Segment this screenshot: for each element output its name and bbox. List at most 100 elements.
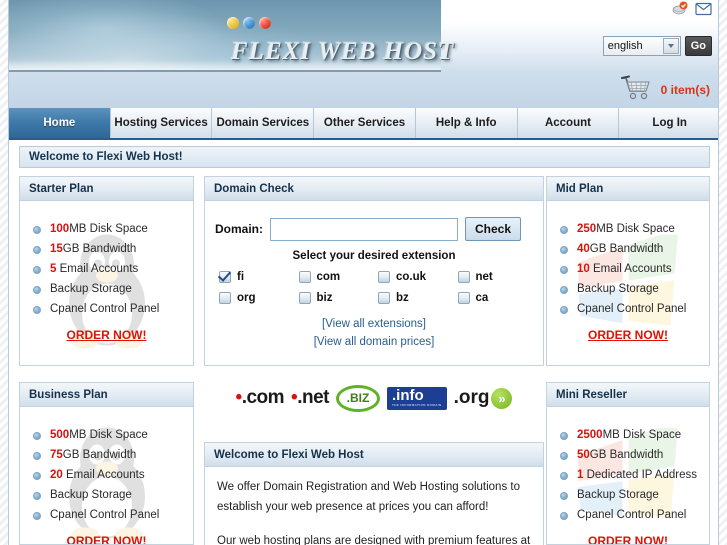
panel-welcome: Welcome to Flexi Web Host We offer Domai…: [204, 442, 544, 545]
checkbox-net[interactable]: [457, 271, 470, 283]
list-item: Cpanel Control Panel: [20, 299, 193, 319]
panel-body-starter-plan: 100MB Disk Space 15GB Bandwidth 5 Email …: [20, 201, 193, 365]
panel-title-business-plan: Business Plan: [20, 383, 193, 407]
extension-option-com[interactable]: com: [298, 271, 379, 283]
top-utility-icons: [672, 1, 712, 17]
print-icon[interactable]: [672, 1, 689, 17]
cart-bar: 0 item(s): [9, 72, 718, 108]
tld-org-logo: .org »: [454, 387, 513, 409]
nav-item-account[interactable]: Account: [517, 108, 620, 138]
extension-option-biz[interactable]: biz: [298, 292, 379, 304]
nav-item-help-info[interactable]: Help & Info: [415, 108, 518, 138]
logo-dot-red-icon: [259, 17, 271, 29]
welcome-paragraph-2: Our web hosting plans are designed with …: [217, 535, 531, 545]
panel-title-domain-check: Domain Check: [205, 177, 543, 201]
language-selector-row: english Go: [602, 36, 712, 56]
feature-list-business-plan: 500MB Disk Space 75GB Bandwidth 20 Email…: [20, 425, 193, 525]
order-now-link-starter-plan[interactable]: ORDER NOW!: [20, 328, 193, 342]
logo-dots: [227, 17, 271, 29]
extension-option-ca[interactable]: ca: [457, 292, 538, 304]
panel-body-mini-reseller: 2500MB Disk Space 50GB Bandwidth 1 Dedic…: [547, 407, 709, 544]
list-item: 50GB Bandwidth: [547, 445, 709, 465]
nav-item-log-in[interactable]: Log In: [619, 108, 718, 138]
domain-label: Domain:: [215, 222, 263, 236]
nav-item-other-services[interactable]: Other Services: [314, 108, 416, 138]
list-item: 20 Email Accounts: [20, 465, 193, 485]
tld-net-logo: •.net: [291, 387, 329, 408]
extensions-heading: Select your desired extension: [292, 250, 456, 262]
list-item: 40GB Bandwidth: [547, 239, 709, 259]
extension-option-fi[interactable]: fi: [219, 271, 299, 283]
domain-check-input-row: Domain: Check: [205, 211, 543, 241]
checkbox-couk[interactable]: [378, 271, 390, 283]
shopping-cart-icon[interactable]: [619, 75, 653, 106]
list-item: 500MB Disk Space: [20, 425, 193, 445]
list-item: 10 Email Accounts: [547, 259, 709, 279]
panel-title-starter-plan: Starter Plan: [20, 177, 193, 201]
list-item: 100MB Disk Space: [20, 219, 193, 239]
welcome-paragraph-1: We offer Domain Registration and Web Hos…: [217, 481, 520, 513]
tld-biz-logo: .BIZ: [335, 384, 380, 412]
view-all-extensions-link[interactable]: [View all extensions]: [205, 315, 543, 333]
list-item: Cpanel Control Panel: [547, 505, 709, 525]
cart-item-count: 0 item(s): [660, 83, 710, 97]
panel-mid-plan: Mid Plan 250MB Disk Space 40GB Bandwidth…: [546, 176, 710, 366]
feature-list-mini-reseller: 2500MB Disk Space 50GB Bandwidth 1 Dedic…: [547, 425, 709, 525]
panel-title-mid-plan: Mid Plan: [547, 177, 709, 201]
panel-title-welcome: Welcome to Flexi Web Host: [205, 443, 543, 467]
language-go-button[interactable]: Go: [684, 36, 712, 56]
panel-title-mini-reseller: Mini Reseller: [547, 383, 709, 407]
list-item: 2500MB Disk Space: [547, 425, 709, 445]
language-select[interactable]: english: [602, 36, 681, 56]
feature-list-starter-plan: 100MB Disk Space 15GB Bandwidth 5 Email …: [20, 219, 193, 319]
checkbox-fi[interactable]: [219, 271, 231, 283]
panel-starter-plan: Starter Plan 100MB Disk Space 15GB Bandw…: [19, 176, 194, 366]
checkbox-ca[interactable]: [457, 292, 470, 304]
panel-domain-check: Domain Check Domain: Check Select your d…: [204, 176, 544, 366]
check-button[interactable]: Check: [465, 217, 522, 241]
extension-checkbox-grid: fi com co.uk net org biz bz ca: [219, 271, 537, 304]
list-item: Backup Storage: [547, 279, 709, 299]
extension-option-couk[interactable]: co.uk: [378, 271, 458, 283]
domain-input[interactable]: [270, 217, 458, 241]
panel-body-mid-plan: 250MB Disk Space 40GB Bandwidth 10 Email…: [547, 201, 709, 365]
tld-info-logo: .info THE INFORMATION DOMAIN: [386, 386, 447, 410]
extension-option-org[interactable]: org: [219, 292, 299, 304]
chevron-down-icon[interactable]: [662, 38, 679, 54]
list-item: 5 Email Accounts: [20, 259, 193, 279]
nav-item-hosting-services[interactable]: Hosting Services: [110, 108, 213, 138]
order-now-link-mid-plan[interactable]: ORDER NOW!: [547, 328, 709, 342]
language-select-value: english: [607, 40, 643, 52]
nav-item-home[interactable]: Home: [9, 108, 111, 138]
panel-business-plan: Business Plan 500MB Disk Space 75GB Band…: [19, 382, 194, 545]
checkbox-biz[interactable]: [298, 292, 311, 304]
extension-option-net[interactable]: net: [457, 271, 538, 283]
main-navigation: Home Hosting Services Domain Services Ot…: [9, 108, 718, 140]
checkbox-bz[interactable]: [378, 292, 390, 304]
order-now-link-business-plan[interactable]: ORDER NOW!: [20, 534, 193, 544]
email-icon[interactable]: [695, 1, 712, 17]
list-item: Cpanel Control Panel: [20, 505, 193, 525]
list-item: 250MB Disk Space: [547, 219, 709, 239]
list-item: Cpanel Control Panel: [547, 299, 709, 319]
panel-body-domain-check: Domain: Check Select your desired extens…: [205, 201, 543, 365]
checkbox-com[interactable]: [298, 271, 311, 283]
list-item: 15GB Bandwidth: [20, 239, 193, 259]
panel-mini-reseller: Mini Reseller 2500MB Disk Space 50GB Ban…: [546, 382, 710, 545]
checkbox-org[interactable]: [219, 292, 231, 304]
tld-logos-banner: •.com •.net .BIZ .info THE INFORMATION D…: [204, 376, 544, 420]
panel-body-welcome: We offer Domain Registration and Web Hos…: [205, 467, 543, 545]
welcome-bar: Welcome to Flexi Web Host!: [19, 146, 710, 168]
panel-body-business-plan: 500MB Disk Space 75GB Bandwidth 20 Email…: [20, 407, 193, 544]
nav-item-domain-services[interactable]: Domain Services: [212, 108, 315, 138]
list-item: Backup Storage: [20, 485, 193, 505]
view-all-domain-prices-link[interactable]: [View all domain prices]: [205, 333, 543, 351]
order-now-link-mini-reseller[interactable]: ORDER NOW!: [547, 534, 709, 544]
list-item: 1 Dedicated IP Address: [547, 465, 709, 485]
domain-check-links: [View all extensions] [View all domain p…: [205, 315, 543, 351]
page-container: FLEXI WEB HOST english Go 0 item(s) Home…: [8, 0, 719, 545]
chevron-right-icon: »: [491, 387, 513, 409]
list-item: Backup Storage: [547, 485, 709, 505]
extension-option-bz[interactable]: bz: [378, 292, 458, 304]
site-logo-text: FLEXI WEB HOST: [231, 38, 455, 65]
